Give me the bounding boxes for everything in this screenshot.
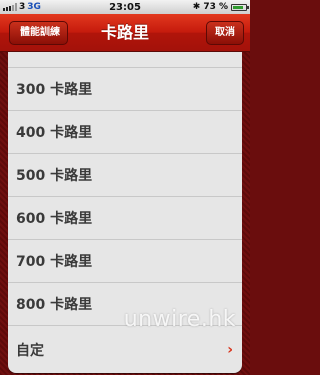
status-bar: 3 3G 23:05 ✱ 73 % — [0, 0, 250, 14]
clock: 23:05 — [109, 1, 141, 13]
list-item[interactable]: 600 卡路里 — [8, 197, 242, 240]
list-item-label: 800 卡路里 — [16, 297, 93, 313]
watermark: unwire.hk — [123, 307, 236, 332]
battery-area: ✱ 73 % — [157, 2, 249, 12]
signal-bars-icon — [3, 3, 17, 11]
list-item-custom[interactable]: 自定 › — [8, 326, 242, 373]
list-item-partial — [8, 52, 242, 68]
cancel-button[interactable]: 取消 — [206, 21, 244, 45]
signal-area: 3 3G — [3, 2, 93, 12]
battery-icon — [231, 3, 249, 11]
list-item-label: 700 卡路里 — [16, 254, 93, 270]
nav-bar: 卡路里 體能訓練 取消 — [0, 14, 250, 52]
carrier-label: 3 — [19, 2, 26, 12]
list-item-label: 600 卡路里 — [16, 211, 93, 227]
back-button-label: 體能訓練 — [20, 27, 60, 38]
list-item-label: 500 卡路里 — [16, 168, 93, 184]
list-item-label: 300 卡路里 — [16, 82, 93, 98]
chevron-right-icon: › — [227, 341, 233, 358]
list-item[interactable]: 500 卡路里 — [8, 154, 242, 197]
list-item-label: 自定 — [16, 342, 44, 359]
list-item[interactable]: 700 卡路里 — [8, 240, 242, 283]
network-type-label: 3G — [27, 2, 41, 12]
content-area: 300 卡路里 400 卡路里 500 卡路里 600 卡路里 700 卡路里 … — [0, 52, 250, 375]
battery-percent: 73 % — [203, 2, 228, 12]
list-item[interactable]: 300 卡路里 — [8, 68, 242, 111]
list-item[interactable]: 400 卡路里 — [8, 111, 242, 154]
list-item-label: 400 卡路里 — [16, 125, 93, 141]
back-button[interactable]: 體能訓練 — [9, 21, 68, 45]
bluetooth-icon: ✱ — [192, 2, 201, 12]
